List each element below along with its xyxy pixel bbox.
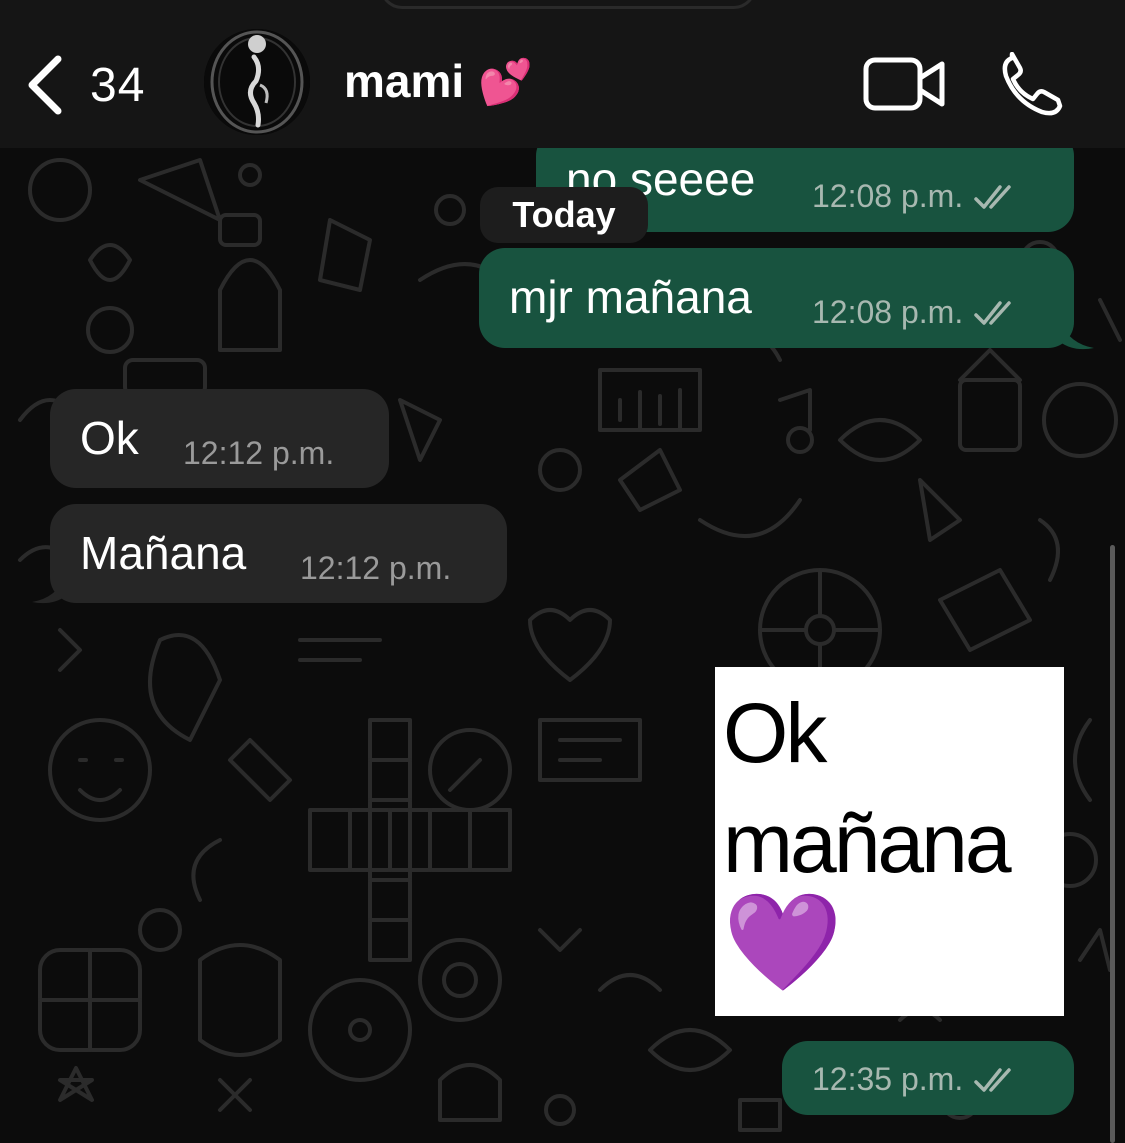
message-bubble-outgoing[interactable]: mjr mañana 12:08 p.m. [479,248,1074,348]
message-bubble-incoming[interactable]: Mañana 12:12 p.m. [50,504,507,603]
message-meta: 12:12 p.m. [300,550,451,587]
message-time: 12:12 p.m. [183,435,335,471]
scrollbar[interactable] [1110,545,1115,1143]
device-notch [380,0,756,9]
sticker-text-line: Ok [723,686,827,780]
contact-name-text: mami [344,55,465,107]
message-meta: 12:35 p.m. [812,1061,1019,1098]
message-time: 12:08 p.m. [812,178,964,214]
double-check-icon [974,184,1011,209]
bubble-tail [1060,322,1094,350]
message-meta: 12:08 p.m. [812,178,1019,215]
message-time: 12:35 p.m. [812,1061,964,1097]
message-time: 12:08 p.m. [812,294,964,330]
message-text: Mañana [80,527,247,579]
voice-call-button[interactable] [1000,51,1070,116]
avatar-image [204,29,310,135]
double-check-icon [974,300,1011,325]
date-separator: Today [480,187,648,243]
bubble-tail [32,576,66,604]
contact-name[interactable]: mami 💕 [344,54,533,108]
purple-heart-emoji: 💜 [723,889,843,996]
double-check-icon [974,1067,1011,1092]
back-button[interactable]: 34 [24,50,164,120]
chat-header: 34 mami 💕 [0,0,1125,148]
sticker-text-line: mañana [723,796,1012,890]
two-hearts-emoji: 💕 [478,58,533,107]
contact-avatar[interactable] [204,29,310,135]
sticker-image[interactable]: Ok mañana 💜 [715,667,1064,1016]
message-text: mjr mañana [509,271,752,323]
sticker-time-badge: 12:35 p.m. [782,1041,1074,1115]
message-text: Ok [80,412,139,464]
message-meta: 12:12 p.m. [183,435,334,472]
message-time: 12:12 p.m. [300,550,452,586]
video-call-button[interactable] [862,54,948,114]
message-meta: 12:08 p.m. [812,294,1019,331]
video-call-icon [863,57,945,111]
unread-chat-count: 34 [90,58,146,112]
back-chevron-icon [28,55,62,115]
phone-call-icon [1002,51,1063,116]
message-bubble-incoming[interactable]: Ok 12:12 p.m. [50,389,389,488]
